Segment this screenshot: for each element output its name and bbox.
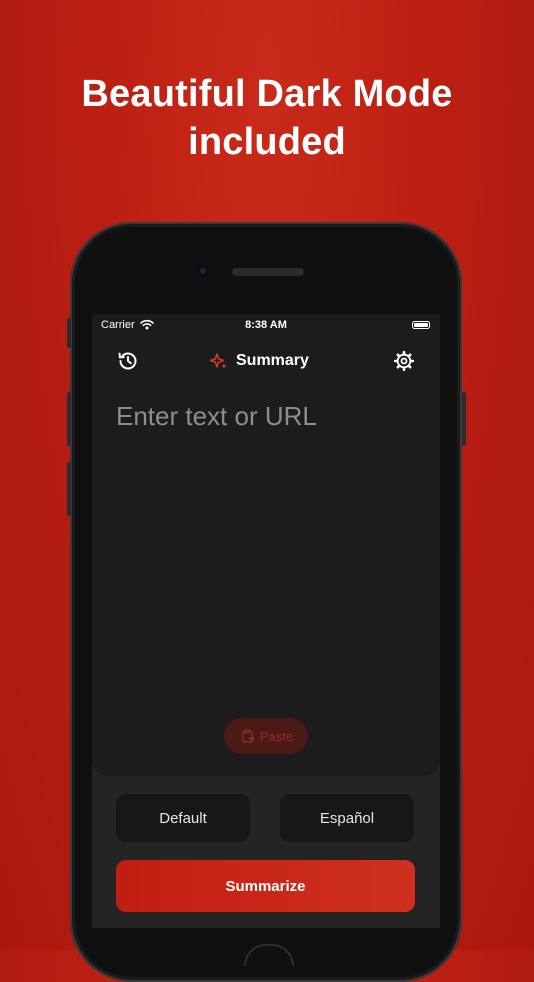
- text-or-url-input[interactable]: [116, 396, 416, 436]
- clipboard-icon: [242, 729, 255, 743]
- language-button[interactable]: Español: [280, 794, 414, 842]
- power-button: [462, 392, 466, 446]
- status-bar: Carrier 8:38 AM: [92, 314, 440, 336]
- front-camera: [198, 266, 208, 276]
- nav-title: Summary: [210, 349, 309, 373]
- earpiece-speaker: [232, 268, 304, 276]
- mute-switch: [67, 318, 71, 348]
- sparkles-icon: [210, 353, 227, 369]
- gear-icon[interactable]: [392, 349, 416, 373]
- paste-button-label: Paste: [259, 728, 294, 744]
- battery-icon: [412, 321, 430, 329]
- headline-line-1: Beautiful Dark Mode: [81, 73, 453, 115]
- volume-down-button: [67, 462, 71, 516]
- headline-line-2: included: [188, 121, 346, 163]
- text-input-panel: Carrier 8:38 AM Summary Enter text or UR…: [92, 314, 440, 776]
- volume-up-button: [67, 392, 71, 446]
- summarize-button[interactable]: Summarize: [116, 860, 415, 912]
- app-screen: Carrier 8:38 AM Summary Enter text or UR…: [92, 314, 440, 928]
- history-icon[interactable]: [116, 349, 140, 373]
- summary-style-button[interactable]: Default: [116, 794, 250, 842]
- summary-style-label: Default: [159, 809, 207, 827]
- page-title: Summary: [236, 352, 309, 369]
- marketing-headline: Beautiful Dark Mode included: [0, 70, 534, 166]
- status-time: 8:38 AM: [245, 319, 287, 331]
- summarize-button-label: Summarize: [225, 877, 306, 895]
- paste-button[interactable]: Paste: [224, 718, 308, 754]
- language-label: Español: [319, 809, 375, 827]
